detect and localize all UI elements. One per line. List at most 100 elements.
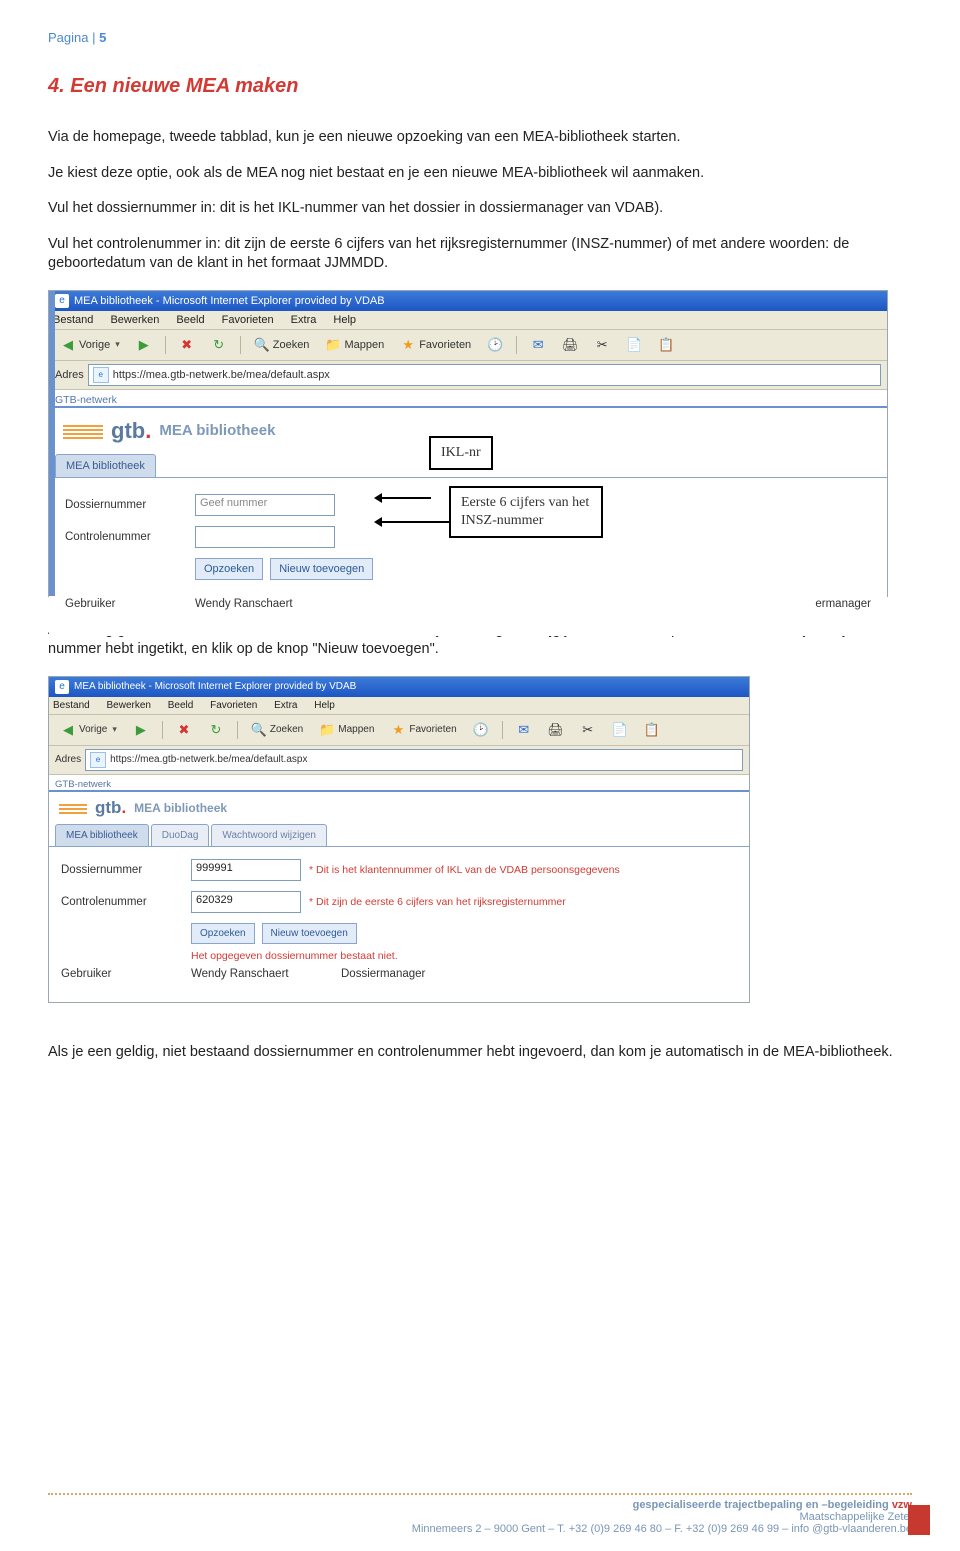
brand-subtitle: MEA bibliotheek (159, 422, 275, 439)
cut-button[interactable]: ✂ (589, 334, 615, 356)
search-button[interactable]: 🔍Zoeken (246, 719, 308, 741)
copy-icon: 📄 (612, 722, 628, 738)
history-button[interactable]: 🕑 (468, 719, 494, 741)
section-title: 4. Een nieuwe MEA maken (48, 75, 912, 98)
menu-extra[interactable]: Extra (291, 314, 317, 326)
tab-mea-bibliotheek[interactable]: MEA bibliotheek (55, 454, 156, 477)
url-text: https://mea.gtb-netwerk.be/mea/default.a… (113, 369, 330, 381)
star-icon: ★ (400, 337, 416, 353)
paragraph-2: Je kiest deze optie, ook als de MEA nog … (48, 164, 912, 184)
refresh-icon: ↻ (211, 337, 227, 353)
forward-button[interactable]: ▶ (128, 719, 154, 741)
menu-extra[interactable]: Extra (274, 700, 297, 711)
gebruiker-value-2: Wendy Ranschaert (191, 968, 341, 980)
stop-icon: ✖ (176, 722, 192, 738)
menu-beeld[interactable]: Beeld (176, 314, 204, 326)
forward-arrow-icon: ▶ (136, 337, 152, 353)
toolbar: ◀Vorige ▶ ✖ ↻ 🔍Zoeken 📁Mappen ★Favoriete… (49, 330, 887, 361)
controle-label: Controlenummer (65, 531, 195, 543)
menu-help[interactable]: Help (314, 700, 335, 711)
folders-icon: 📁 (325, 337, 341, 353)
back-button[interactable]: ◀Vorige (55, 334, 125, 356)
star-icon: ★ (390, 722, 406, 738)
tab-mea-bibliotheek[interactable]: MEA bibliotheek (55, 824, 149, 846)
stop-button[interactable]: ✖ (171, 719, 197, 741)
refresh-button[interactable]: ↻ (206, 334, 232, 356)
dossier-input-2[interactable]: 999991 (191, 859, 301, 881)
print-icon: 🖨 (562, 337, 578, 353)
refresh-button[interactable]: ↻ (203, 719, 229, 741)
menubar: Bestand Bewerken Beeld Favorieten Extra … (49, 311, 887, 330)
copy-button[interactable]: 📄 (607, 719, 633, 741)
dossier-input[interactable]: Geef nummer (195, 494, 335, 516)
address-bar-2: Adres e https://mea.gtb-netwerk.be/mea/d… (49, 746, 749, 775)
menu-bewerken[interactable]: Bewerken (106, 700, 150, 711)
print-button[interactable]: 🖨 (557, 334, 583, 356)
url-field[interactable]: e https://mea.gtb-netwerk.be/mea/default… (88, 364, 881, 386)
mail-button[interactable]: ✉ (525, 334, 551, 356)
favorites-button[interactable]: ★Favorieten (385, 719, 461, 741)
arrow-line-2 (377, 521, 449, 523)
page-footer: gespecialiseerde trajectbepaling en –beg… (48, 1493, 912, 1535)
footer-line1a: gespecialiseerde trajectbepaling en –beg… (633, 1499, 892, 1511)
top-link[interactable]: GTB-netwerk (49, 390, 887, 408)
url-field-2[interactable]: e https://mea.gtb-netwerk.be/mea/default… (85, 749, 743, 771)
menu-help[interactable]: Help (333, 314, 356, 326)
folders-button[interactable]: 📁Mappen (320, 334, 389, 356)
new-button[interactable]: Nieuw toevoegen (270, 558, 373, 580)
copy-button[interactable]: 📄 (621, 334, 647, 356)
controle-input[interactable] (195, 526, 335, 548)
search-label: Zoeken (273, 339, 310, 351)
paste-button[interactable]: 📋 (639, 719, 665, 741)
menu-beeld[interactable]: Beeld (168, 700, 194, 711)
search-button[interactable]: Opzoeken (195, 558, 263, 580)
window-titlebar-2: e MEA bibliotheek - Microsoft Internet E… (49, 677, 749, 697)
folders-button[interactable]: 📁Mappen (314, 719, 379, 741)
menu-bestand[interactable]: Bestand (53, 314, 93, 326)
controle-hint: * Dit zijn de eerste 6 cijfers van het r… (309, 896, 566, 908)
search-button[interactable]: 🔍Zoeken (249, 334, 315, 356)
footer-line2: Maatschappelijke Zetel (48, 1511, 912, 1523)
print-button[interactable]: 🖨 (543, 719, 569, 741)
form-area-2: Dossiernummer 999991 * Dit is het klante… (49, 847, 749, 1002)
top-link-2[interactable]: GTB-netwerk (49, 775, 749, 792)
mail-icon: ✉ (516, 722, 532, 738)
copy-icon: 📄 (626, 337, 642, 353)
history-button[interactable]: 🕑 (482, 334, 508, 356)
logo-stripes-icon (63, 423, 103, 439)
mail-icon: ✉ (530, 337, 546, 353)
menu-favorieten[interactable]: Favorieten (210, 700, 257, 711)
brand-row-2: gtb. MEA bibliotheek (49, 792, 749, 824)
screenshot-2: e MEA bibliotheek - Microsoft Internet E… (48, 676, 750, 1003)
tab-duodag[interactable]: DuoDag (151, 824, 210, 846)
menubar-2: Bestand Bewerken Beeld Favorieten Extra … (49, 697, 749, 715)
paste-button[interactable]: 📋 (653, 334, 679, 356)
brand-subtitle-2: MEA bibliotheek (134, 801, 227, 815)
search-button-2[interactable]: Opzoeken (191, 923, 255, 944)
gebruiker-value: Wendy Ranschaert (195, 598, 293, 610)
forward-button[interactable]: ▶ (131, 334, 157, 356)
menu-bewerken[interactable]: Bewerken (110, 314, 159, 326)
cut-button[interactable]: ✂ (575, 719, 601, 741)
stop-button[interactable]: ✖ (174, 334, 200, 356)
toolbar-2: ◀Vorige ▶ ✖ ↻ 🔍Zoeken 📁Mappen ★Favoriete… (49, 715, 749, 746)
footer-red-block-icon (908, 1505, 930, 1535)
scissors-icon: ✂ (594, 337, 610, 353)
tab-wachtwoord[interactable]: Wachtwoord wijzigen (211, 824, 327, 846)
search-icon: 🔍 (251, 722, 267, 738)
controle-input-2[interactable]: 620329 (191, 891, 301, 913)
controle-label-2: Controlenummer (61, 896, 191, 908)
search-icon: 🔍 (254, 337, 270, 353)
window-titlebar: e MEA bibliotheek - Microsoft Internet E… (49, 291, 887, 311)
page-number: 5 (99, 30, 106, 45)
fav-label: Favorieten (419, 339, 471, 351)
favorites-button[interactable]: ★Favorieten (395, 334, 476, 356)
new-button-2[interactable]: Nieuw toevoegen (262, 923, 357, 944)
mail-button[interactable]: ✉ (511, 719, 537, 741)
ie-icon: e (55, 680, 69, 694)
window-title: MEA bibliotheek - Microsoft Internet Exp… (74, 295, 385, 307)
gtb-logo-2: gtb. (95, 798, 126, 818)
menu-favorieten[interactable]: Favorieten (222, 314, 274, 326)
back-button[interactable]: ◀Vorige (55, 719, 122, 741)
menu-bestand[interactable]: Bestand (53, 700, 90, 711)
